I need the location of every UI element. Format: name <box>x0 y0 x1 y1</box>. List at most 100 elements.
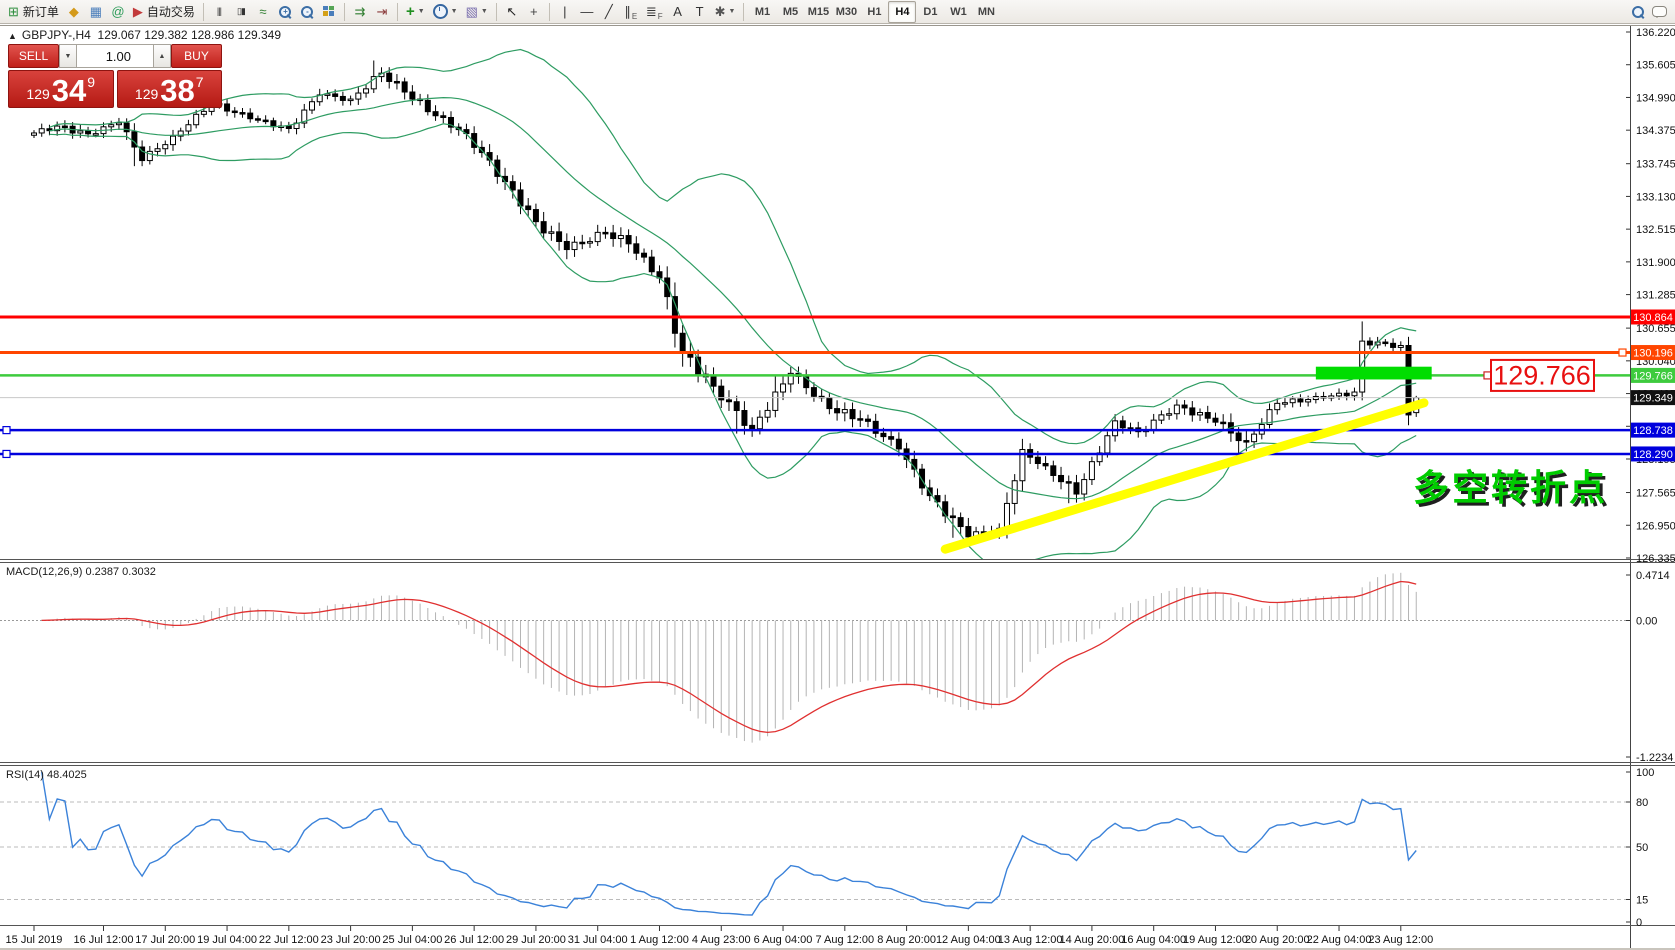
time-axis-label: 16 Jul 12:00 <box>74 934 134 946</box>
candle-body <box>225 104 230 111</box>
timeframe-h4-button[interactable]: H4 <box>888 1 916 23</box>
highlight-rectangle-object[interactable] <box>1316 367 1432 380</box>
hline-handle[interactable] <box>1484 372 1491 379</box>
new-order-button[interactable]: ⊞新订单 <box>5 2 62 22</box>
line-chart-button[interactable]: ≈ <box>253 2 273 22</box>
timeframe-mn-button[interactable]: MN <box>972 1 1000 23</box>
candle-body <box>1151 420 1156 430</box>
candle-body <box>62 126 67 128</box>
candle-body <box>333 94 338 97</box>
cn-annotation-text[interactable]: 多空转折点 <box>1413 467 1608 508</box>
fibonacci-sub-glyph: F <box>658 13 663 21</box>
timeframe-d1-button[interactable]: D1 <box>916 1 944 23</box>
arrows-dropdown-caret[interactable]: ▼ <box>729 8 736 15</box>
templates-button[interactable]: ▧▼ <box>463 2 491 22</box>
templates-dropdown-caret[interactable]: ▼ <box>481 8 488 15</box>
channel-button[interactable]: ∥E <box>621 2 641 22</box>
tile-windows-button[interactable] <box>319 2 339 22</box>
trendline-button[interactable]: ╱ <box>599 2 619 22</box>
chart-shift-button[interactable]: ⇥ <box>372 2 392 22</box>
hline-handle[interactable] <box>1619 349 1626 356</box>
price-callout-text: 129.766 <box>1493 360 1591 390</box>
buy-button[interactable]: BUY <box>171 44 222 68</box>
metaeditor-button[interactable]: ◆ <box>64 2 84 22</box>
candle-body <box>958 518 963 527</box>
candlestick-chart-button[interactable]: ▯▮ <box>231 2 251 22</box>
auto-trading-button-label: 自动交易 <box>147 3 195 20</box>
candle-body <box>626 236 631 244</box>
time-axis-label: 17 Jul 20:00 <box>135 934 195 946</box>
bar-chart-icon: ||| <box>217 7 221 16</box>
timeframe-m15-button[interactable]: M15 <box>804 1 832 23</box>
timeframe-h1-button[interactable]: H1 <box>860 1 888 23</box>
line-chart-icon: ≈ <box>259 5 266 18</box>
timeframe-w1-button[interactable]: W1 <box>944 1 972 23</box>
candle-body <box>950 516 955 518</box>
time-axis-label: 19 Aug 12:00 <box>1183 934 1248 946</box>
time-axis-label: 14 Aug 20:00 <box>1059 934 1124 946</box>
candle-body <box>1344 393 1349 396</box>
vertical-line-button[interactable]: | <box>555 2 575 22</box>
zoom-out-button[interactable]: - <box>297 2 317 22</box>
volume-decrease-button[interactable]: ▼ <box>59 44 77 68</box>
timeframe-m1-button[interactable]: M1 <box>748 1 776 23</box>
auto-scroll-icon: ⇉ <box>354 5 365 18</box>
arrows-button[interactable]: ✱▼ <box>712 2 739 22</box>
new-order-button-label: 新订单 <box>23 3 59 20</box>
time-axis-label: 23 Aug 12:00 <box>1368 934 1433 946</box>
text-label-button[interactable]: T <box>690 2 710 22</box>
zoom-in-button[interactable]: + <box>275 2 295 22</box>
horizontal-line-icon: — <box>580 5 593 18</box>
candle-body <box>394 81 399 83</box>
crosshair-button[interactable]: + <box>524 2 544 22</box>
volume-increase-button[interactable]: ▲ <box>153 44 171 68</box>
text-label-icon: T <box>696 5 704 18</box>
zoom-out-icon: - <box>301 6 312 17</box>
time-axis-label: 7 Aug 12:00 <box>815 934 874 946</box>
vertical-line-icon: | <box>563 5 566 18</box>
timeframe-m30-button[interactable]: M30 <box>832 1 860 23</box>
sell-price-display[interactable]: 129 34 9 <box>8 70 114 108</box>
candle-body <box>1221 422 1226 424</box>
rsi-axis-label: 100 <box>1636 767 1654 779</box>
chat-button[interactable] <box>1649 2 1670 22</box>
candle-body <box>1236 433 1241 441</box>
indicators-button[interactable]: +▼ <box>403 2 428 22</box>
bar-chart-button[interactable]: ||| <box>209 2 229 22</box>
candle-body <box>1367 341 1372 345</box>
candle-body <box>1337 393 1342 396</box>
candle-body <box>1244 441 1249 443</box>
time-axis-label: 31 Jul 04:00 <box>568 934 628 946</box>
time-axis-label: 12 Aug 04:00 <box>936 934 1001 946</box>
sell-button[interactable]: SELL <box>8 44 59 68</box>
hline-handle[interactable] <box>3 450 10 457</box>
candle-body <box>116 123 121 125</box>
candle-body <box>340 96 345 100</box>
cursor-icon: ↖ <box>506 5 517 18</box>
volume-input[interactable]: 1.00 <box>77 44 153 68</box>
buy-price-display[interactable]: 129 38 7 <box>117 70 223 108</box>
indicators-dropdown-caret[interactable]: ▼ <box>418 8 425 15</box>
chart-symbol-period: GBPJPY-,H4 <box>22 28 91 42</box>
fibonacci-button[interactable]: ≣F <box>643 2 666 22</box>
periods-button[interactable]: ▼ <box>430 2 461 22</box>
horizontal-line-button[interactable]: — <box>577 2 597 22</box>
candle-body <box>642 253 647 257</box>
candle-body <box>711 377 716 386</box>
market-watch-button[interactable]: ▦ <box>86 2 106 22</box>
chart-canvas[interactable]: 129.766多空转折点多空转折点136.220135.605134.99013… <box>0 0 1675 950</box>
auto-scroll-button[interactable]: ⇉ <box>350 2 370 22</box>
timeframe-m5-button[interactable]: M5 <box>776 1 804 23</box>
rsi-axis-label: 80 <box>1636 797 1648 809</box>
candle-body <box>1012 481 1017 504</box>
arrows-icon: ✱ <box>715 5 726 18</box>
text-button[interactable]: A <box>668 2 688 22</box>
cursor-button[interactable]: ↖ <box>502 2 522 22</box>
price-badge-text: 128.738 <box>1633 425 1673 437</box>
search-button[interactable] <box>1627 2 1647 22</box>
auto-trading-button[interactable]: ▶自动交易 <box>130 2 198 22</box>
collapse-panel-icon[interactable]: ▲ <box>8 31 17 41</box>
periods-dropdown-caret[interactable]: ▼ <box>451 8 458 15</box>
mql5-community-button[interactable]: @ <box>108 2 128 22</box>
hline-handle[interactable] <box>3 427 10 434</box>
